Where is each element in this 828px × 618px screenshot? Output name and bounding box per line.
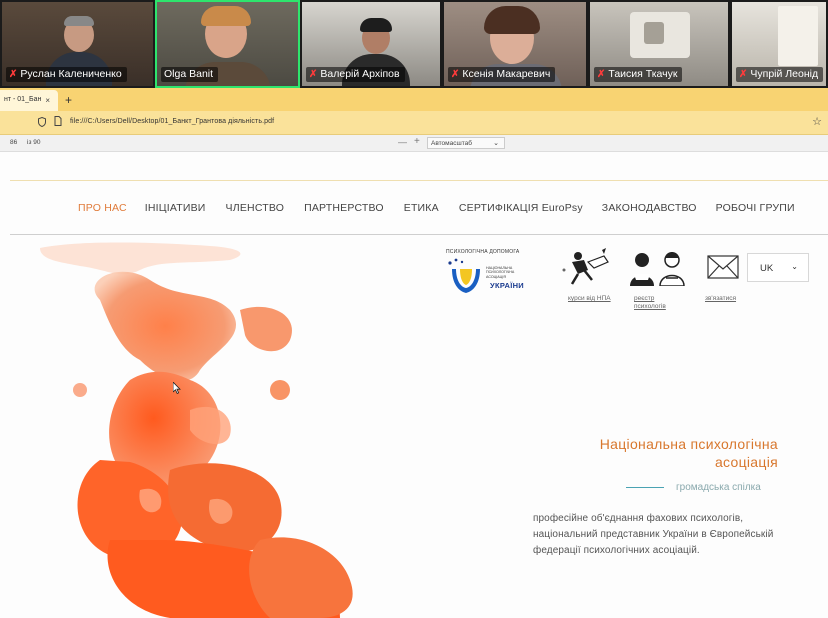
- nav-item-ethics[interactable]: ЕТИКА: [404, 202, 439, 214]
- video-strip: ✗ Руслан Калениченко Olga Banit ✗ Валерій …: [0, 0, 828, 88]
- nav-item-initiatives[interactable]: ІНІЦІАТИВИ: [145, 202, 206, 214]
- new-tab-button[interactable]: +: [65, 93, 72, 107]
- address-bar[interactable]: file:///C:/Users/Dell/Desktop/01_Банкт_Г…: [0, 111, 828, 135]
- chevron-down-icon: ⌄: [493, 140, 499, 147]
- logo-emblem-icon: [448, 258, 480, 293]
- hero-title: Національна психологічна асоціація: [599, 436, 778, 470]
- language-code: UK: [760, 263, 774, 274]
- participant-hair: [64, 16, 94, 26]
- shield-icon[interactable]: [38, 116, 46, 129]
- participant-tile[interactable]: ✗ Чупрій Леонід: [730, 0, 828, 88]
- close-tab-icon[interactable]: ×: [45, 96, 50, 111]
- mic-off-icon: ✗: [9, 68, 18, 80]
- chevron-down-icon: ⌄: [791, 262, 798, 271]
- participant-room: [778, 6, 818, 66]
- url-text[interactable]: file:///C:/Users/Dell/Desktop/01_Банкт_Г…: [70, 118, 274, 125]
- participant-name-tag: ✗ Таисия Ткачук: [594, 67, 683, 82]
- participant-name-tag: ✗ Валерій Архіпов: [306, 67, 405, 82]
- mic-off-icon: ✗: [309, 68, 318, 80]
- site-nav: ПРО НАС ІНІЦІАТИВИ ЧЛЕНСТВО ПАРТНЕРСТВО …: [78, 202, 795, 214]
- mouse-cursor-icon: [173, 382, 181, 394]
- participant-name-tag: ✗ Ксенія Макаревич: [448, 67, 556, 82]
- nav-divider: [10, 234, 828, 235]
- participant-tile[interactable]: ✗ Валерій Архіпов: [300, 0, 442, 88]
- nav-item-legislation[interactable]: ЗАКОНОДАВСТВО: [602, 202, 697, 214]
- language-select[interactable]: UK ⌄: [747, 253, 809, 282]
- pdf-toolbar: 86 із 90 — + Автомасштаб ⌄: [0, 135, 828, 152]
- zoom-select[interactable]: Автомасштаб ⌄: [427, 137, 505, 149]
- nav-item-about[interactable]: ПРО НАС: [78, 202, 127, 214]
- participant-hair: [484, 6, 540, 34]
- participant-name-tag: ✗ Чупрій Леонід: [736, 67, 824, 82]
- participant-tile-active[interactable]: Olga Banit: [155, 0, 300, 88]
- npa-logo[interactable]: ПСИХОЛОГІЧНА ДОПОМОГА НАЦІОНАЛЬНА ПСИХОЛ…: [446, 249, 538, 299]
- hero-accent-line: [626, 487, 664, 488]
- mail-icon[interactable]: [707, 255, 739, 279]
- participant-hair: [201, 6, 251, 26]
- zoom-in-button[interactable]: +: [414, 136, 420, 147]
- browser-tab-bar: нт - 01_Бан × +: [0, 88, 828, 111]
- mic-off-icon: ✗: [451, 68, 460, 80]
- tab-title: нт - 01_Бан: [4, 96, 42, 103]
- participant-name-tag: ✗ Руслан Калениченко: [6, 67, 127, 82]
- header-divider: [10, 180, 828, 181]
- courses-icon[interactable]: [558, 248, 614, 286]
- hero-description: професійне об'єднання фахових психологів…: [533, 513, 774, 556]
- participant-tile[interactable]: ✗ Таисия Ткачук: [588, 0, 730, 88]
- pdf-page: ПРО НАС ІНІЦІАТИВИ ЧЛЕНСТВО ПАРТНЕРСТВО …: [0, 152, 828, 618]
- mic-off-icon: ✗: [597, 68, 606, 80]
- mic-off-icon: ✗: [739, 68, 748, 80]
- registry-link[interactable]: реєстр психологів: [634, 295, 684, 311]
- logo-title: ПСИХОЛОГІЧНА ДОПОМОГА: [446, 249, 520, 255]
- participant-name-tag: Olga Banit: [161, 67, 219, 82]
- logo-subtitle: НАЦІОНАЛЬНА ПСИХОЛОГІЧНА АСОЦІАЦІЯ: [486, 266, 515, 279]
- psychologists-registry-icon[interactable]: [624, 248, 694, 286]
- participant-room: [644, 22, 664, 44]
- logo-country: УКРАЇНИ: [490, 281, 524, 290]
- ink-cloud-illustration: [40, 242, 353, 618]
- nav-item-working-groups[interactable]: РОБОЧІ ГРУПИ: [716, 202, 795, 214]
- browser-tab[interactable]: нт - 01_Бан ×: [0, 90, 58, 111]
- participant-hat: [360, 18, 392, 32]
- zoom-out-button[interactable]: —: [398, 137, 407, 147]
- nav-item-membership[interactable]: ЧЛЕНСТВО: [226, 202, 285, 214]
- bookmark-star-icon[interactable]: ☆: [812, 115, 822, 128]
- page-count: із 90: [27, 139, 41, 146]
- courses-link[interactable]: курси від НПА: [568, 295, 612, 303]
- hero-subtitle: громадська спілка: [676, 482, 761, 493]
- participant-tile[interactable]: ✗ Руслан Калениченко: [0, 0, 155, 88]
- page-icon: [54, 116, 62, 128]
- page-number-input[interactable]: 86: [10, 139, 17, 146]
- nav-item-partnership[interactable]: ПАРТНЕРСТВО: [304, 202, 384, 214]
- participant-tile[interactable]: ✗ Ксенія Макаревич: [442, 0, 588, 88]
- zoom-value: Автомасштаб: [431, 140, 472, 147]
- contact-link[interactable]: зв'язатися: [705, 295, 751, 303]
- screen: ✗ Руслан Калениченко Olga Banit ✗ Валерій …: [0, 0, 828, 618]
- nav-item-certification[interactable]: СЕРТИФІКАЦІЯ EuroPsy: [459, 202, 583, 214]
